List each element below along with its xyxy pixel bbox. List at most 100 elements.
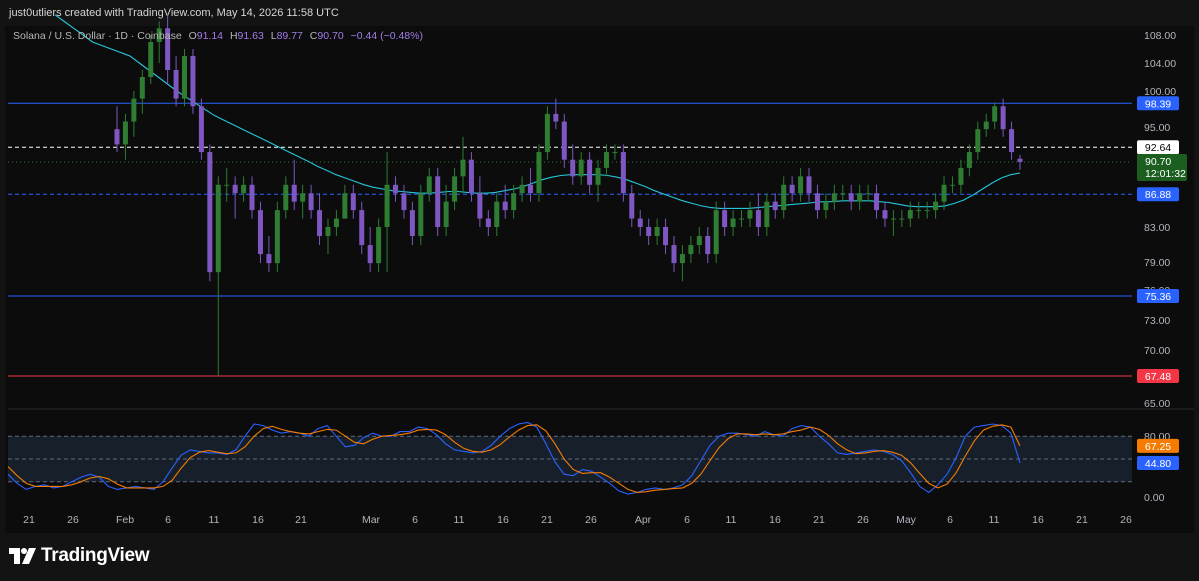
x-tick-label: 16 <box>1032 514 1044 526</box>
candle-body <box>840 193 846 195</box>
candle-body <box>739 218 745 220</box>
level-badge-label: 86.88 <box>1145 189 1171 201</box>
price-tick-label: 104.00 <box>1144 58 1176 70</box>
candle-body <box>975 129 981 153</box>
level-badge-label: 75.36 <box>1145 291 1171 303</box>
candle-body <box>1000 106 1006 130</box>
candle-body <box>274 210 280 264</box>
x-tick-label: 26 <box>67 514 79 526</box>
candle-body <box>899 218 905 220</box>
candle-body <box>958 167 964 185</box>
candle-body <box>190 56 196 107</box>
x-tick-label: 11 <box>726 514 737 526</box>
candle-body <box>392 184 398 194</box>
candle-body <box>291 184 297 202</box>
candle-body <box>890 218 896 220</box>
candle-body <box>241 184 247 194</box>
x-tick-label: 16 <box>769 514 781 526</box>
candle-body <box>772 201 778 211</box>
candle-body <box>544 113 550 153</box>
symbol-title[interactable]: Solana / U.S. Dollar · 1D · Coinbase <box>13 30 182 42</box>
x-tick-label: 26 <box>585 514 597 526</box>
candle-body <box>249 184 255 211</box>
candle-body <box>612 152 618 154</box>
tradingview-logo-icon <box>9 548 36 564</box>
x-tick-label: 6 <box>684 514 690 526</box>
tradingview-logo[interactable]: TradingView <box>9 545 150 567</box>
candle-body <box>494 201 500 227</box>
candle-body <box>308 193 314 211</box>
candle-body <box>789 184 795 194</box>
candle-body <box>688 245 694 255</box>
level-badge-label: 92.64 <box>1145 142 1171 154</box>
high-value: 91.63 <box>237 30 264 42</box>
candle-body <box>333 218 339 227</box>
last-price-label: 90.70 <box>1145 156 1171 168</box>
candle-body <box>848 193 854 202</box>
candle-body <box>823 201 829 211</box>
candle-body <box>679 254 685 264</box>
x-tick-label: 26 <box>1120 514 1132 526</box>
candle-body <box>224 184 230 186</box>
countdown-label: 12:01:32 <box>1145 168 1186 180</box>
x-tick-label: Mar <box>362 514 381 526</box>
level-badge-label: 67.48 <box>1145 371 1171 383</box>
candle-body <box>452 176 458 202</box>
candle-body <box>705 236 711 255</box>
candle-body <box>924 210 930 212</box>
osc-value-label: 44.80 <box>1145 458 1171 470</box>
candle-body <box>485 218 491 227</box>
candle-body <box>1009 129 1015 153</box>
x-tick-label: 11 <box>989 514 1000 526</box>
price-tick-label: 70.00 <box>1144 345 1170 357</box>
osc-value-label: 67.25 <box>1145 441 1171 453</box>
candle-body <box>182 56 188 99</box>
candle-body <box>300 193 306 202</box>
candle-body <box>857 193 863 202</box>
candle-body <box>713 210 719 255</box>
candle-body <box>570 159 576 177</box>
candle-body <box>654 227 660 237</box>
symbol-legend: Solana / U.S. Dollar · 1D · Coinbase O91… <box>13 30 423 42</box>
price-tick-label: 100.00 <box>1144 86 1176 98</box>
candle-body <box>435 176 441 227</box>
candle-body <box>232 184 238 194</box>
candle-body <box>350 193 356 211</box>
candle-body <box>730 218 736 227</box>
candle-body <box>992 106 998 122</box>
candle-body <box>814 193 820 211</box>
candle-body <box>553 113 559 122</box>
x-tick-label: 21 <box>295 514 307 526</box>
price-tick-label: 65.00 <box>1144 398 1170 410</box>
price-tick-label: 79.00 <box>1144 257 1170 269</box>
candle-body <box>933 201 939 211</box>
candle-body <box>148 42 154 77</box>
candle-body <box>882 210 888 219</box>
x-tick-label: Apr <box>635 514 652 526</box>
x-tick-label: 6 <box>412 514 418 526</box>
candle-body <box>257 210 263 255</box>
x-tick-label: May <box>896 514 917 526</box>
candle-body <box>561 121 567 160</box>
x-tick-label: 16 <box>252 514 264 526</box>
candle-body <box>1017 158 1023 162</box>
x-tick-label: 6 <box>947 514 953 526</box>
osc-tick-label: 0.00 <box>1144 492 1165 504</box>
change-value: −0.44 (−0.48%) <box>350 30 423 42</box>
candle-body <box>587 159 593 185</box>
candle-body <box>468 159 474 194</box>
candle-body <box>266 254 272 264</box>
candle-body <box>637 218 643 227</box>
x-tick-label: 21 <box>23 514 35 526</box>
candle-body <box>595 167 601 185</box>
candle-body <box>384 184 390 227</box>
candle-body <box>376 227 382 264</box>
x-tick-label: 11 <box>454 514 465 526</box>
candle-body <box>502 201 508 211</box>
candle-body <box>603 152 609 168</box>
candle-body <box>443 201 449 227</box>
candle-body <box>536 152 542 194</box>
chart-svg[interactable]: 21 26 Feb 6 11 16 21 Mar 6 11 16 21 26 Apr 6 11 16 21 26 Ma… <box>0 0 1199 533</box>
candle-body <box>907 210 913 219</box>
candle-body <box>620 152 626 194</box>
